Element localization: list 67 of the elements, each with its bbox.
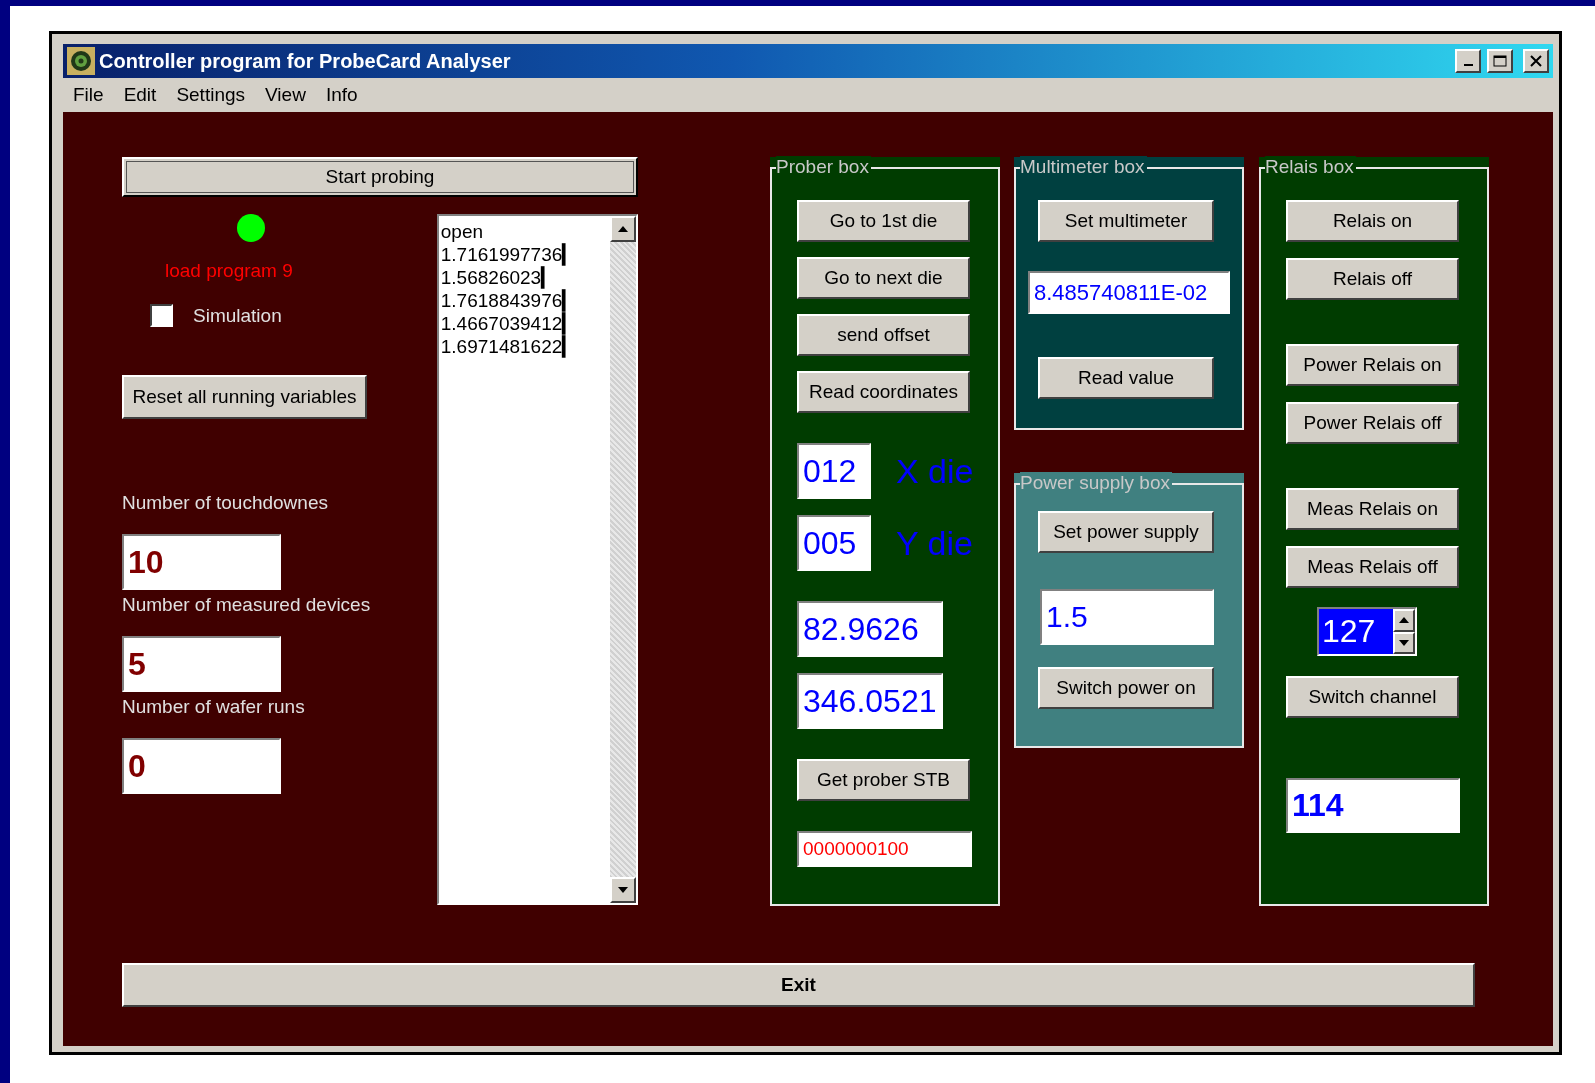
switch-channel-button[interactable]: Switch channel (1286, 676, 1459, 718)
prober-button[interactable]: Go to next die (797, 257, 970, 299)
group-box-title: Power supply box (1020, 472, 1172, 494)
checkbox-label: Simulation (193, 304, 282, 327)
simulation-checkbox[interactable] (150, 304, 173, 327)
scroll-down-icon (618, 887, 628, 893)
list-item[interactable]: open (440, 220, 608, 243)
log-list[interactable]: open 1.7161997736▎ 1.56826023▎ 1.7618843976▎ 1.4667039412▎ 1.6971481622▎ (436, 214, 638, 905)
list-item[interactable]: 1.4667039412▎ (440, 312, 608, 335)
menu-item[interactable]: Edit (113, 84, 167, 106)
list-item[interactable]: 1.7618843976▎ (440, 289, 608, 312)
list-item[interactable]: 1.6971481622▎ (440, 335, 608, 358)
coordinate-field[interactable]: 346.0521 (797, 673, 943, 729)
read-value-button[interactable]: Read value (1038, 357, 1214, 399)
exit-button[interactable]: Exit (122, 963, 1475, 1007)
minimize-icon (1463, 64, 1473, 66)
prober-button[interactable]: Go to 1st die (797, 200, 970, 242)
relais-button[interactable]: Meas Relais off (1286, 546, 1459, 588)
die-label: Y die (896, 523, 973, 563)
switch-power-button[interactable]: Switch power on (1038, 667, 1214, 709)
menu-item[interactable]: View (255, 84, 316, 106)
die-label: X die (896, 451, 974, 491)
scroll-up-icon (1399, 617, 1409, 624)
reset-button[interactable]: Reset all running variables (122, 375, 367, 419)
die-field[interactable]: 012 (797, 443, 871, 499)
voltage-field[interactable]: 1.5 (1040, 589, 1214, 645)
relais-button[interactable]: Meas Relais on (1286, 488, 1459, 530)
field-label: Number of touchdownes (122, 492, 329, 514)
menu-item[interactable]: File (63, 84, 114, 106)
start-button[interactable]: Start probing (122, 157, 638, 197)
relais-button[interactable]: Power Relais off (1286, 402, 1459, 444)
channel-spinner[interactable]: 127 (1317, 607, 1417, 656)
window-title: Controller program for ProbeCard Analyser (99, 49, 512, 73)
channel-value: 127 (1319, 609, 1393, 654)
field-label: Number of wafer runs (122, 696, 306, 718)
prober-button[interactable]: send offset (797, 314, 970, 356)
relais-button[interactable]: Relais off (1286, 258, 1459, 300)
counter-field[interactable]: 0 (122, 738, 281, 794)
menu-item[interactable]: Settings (166, 84, 256, 106)
status-text: load program 9 (165, 260, 294, 282)
scroll-up-icon (618, 226, 628, 232)
gear-icon (67, 47, 95, 75)
set-power-supply-button[interactable]: Set power supply (1038, 511, 1214, 553)
list-item[interactable]: 1.7161997736▎ (440, 243, 608, 266)
relais-value-field[interactable]: 114 (1286, 778, 1460, 833)
minimize-button[interactable] (1455, 49, 1481, 73)
stb-button[interactable]: Get prober STB (797, 759, 970, 801)
counter-field[interactable]: 5 (122, 636, 281, 692)
list-item[interactable]: 1.56826023▎ (440, 266, 608, 289)
stb-field[interactable]: 0000000100 (797, 831, 972, 867)
maximize-button[interactable] (1487, 49, 1513, 73)
relais-button[interactable]: Relais on (1286, 200, 1459, 242)
status-light-icon (237, 214, 265, 242)
close-icon (1530, 55, 1542, 67)
maximize-icon (1493, 55, 1507, 67)
prober-button[interactable]: Read coordinates (797, 371, 970, 413)
die-field[interactable]: 005 (797, 515, 871, 571)
scrollbar[interactable] (610, 216, 636, 903)
field-label: Number of measured devices (122, 594, 372, 616)
menu-item[interactable]: Info (315, 84, 368, 106)
counter-field[interactable]: 10 (122, 534, 281, 590)
relais-button[interactable]: Power Relais on (1286, 344, 1459, 386)
reading-field[interactable]: 8.485740811E-02 (1028, 271, 1230, 314)
close-button[interactable] (1523, 49, 1549, 73)
set-multimeter-button[interactable]: Set multimeter (1038, 200, 1214, 242)
scroll-down-icon (1399, 639, 1409, 646)
coordinate-field[interactable]: 82.9626 (797, 601, 943, 657)
